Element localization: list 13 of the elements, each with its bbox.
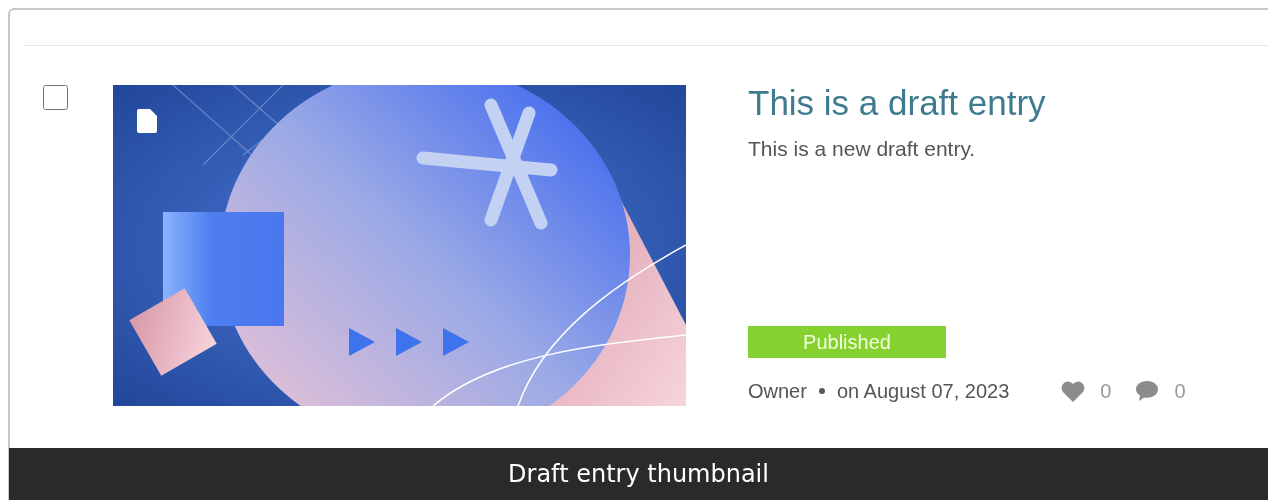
caption-text: Draft entry thumbnail	[508, 459, 769, 490]
entry-description: This is a new draft entry.	[748, 136, 977, 162]
heart-icon	[1061, 380, 1086, 402]
comment-count: 0	[1174, 379, 1186, 404]
entry-title[interactable]: This is a draft entry	[748, 83, 1228, 123]
author-name: Owner	[748, 379, 807, 404]
status-badge: Published	[748, 326, 946, 358]
bullet-icon	[818, 388, 825, 394]
entry-checkbox[interactable]	[43, 85, 68, 110]
like-count: 0	[1100, 379, 1112, 404]
entry-date: on August 07, 2023	[836, 379, 1010, 404]
document-icon	[137, 109, 157, 133]
speech-bubble-icon	[1135, 380, 1160, 402]
